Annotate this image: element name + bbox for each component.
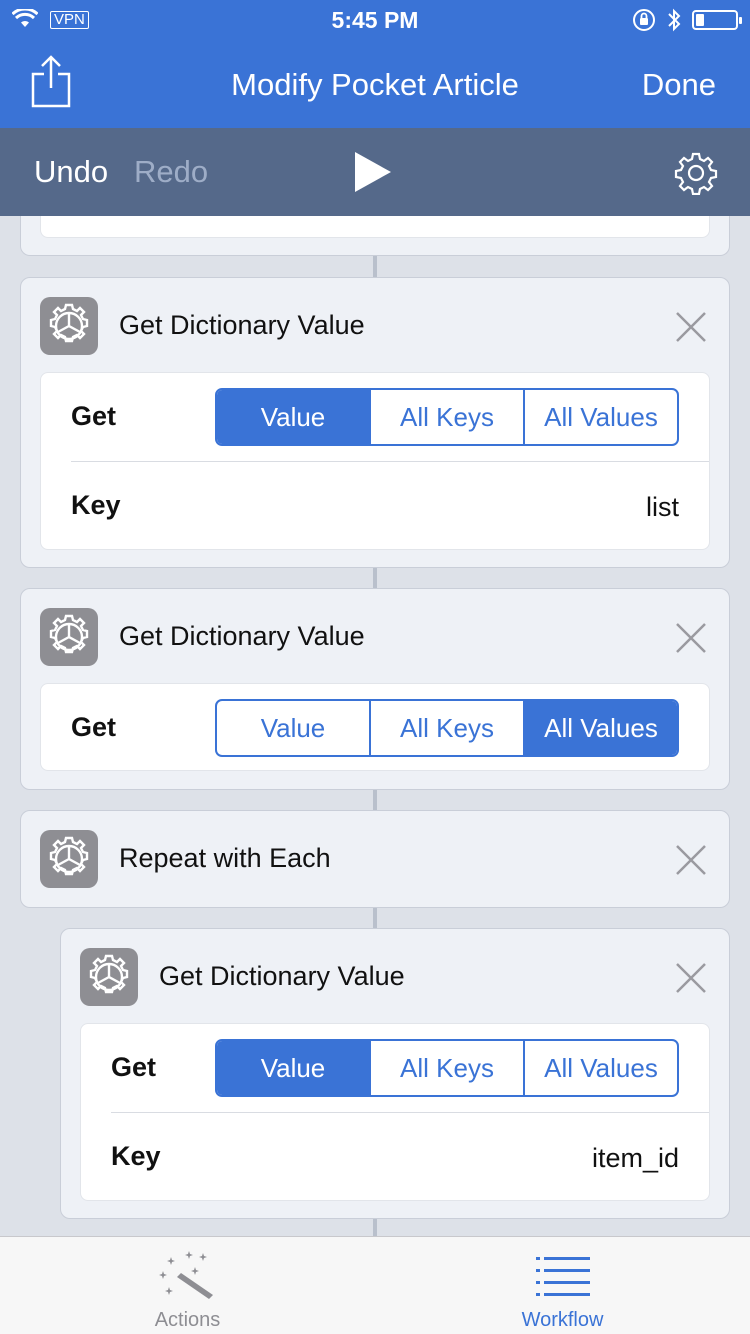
get-label: Get <box>111 1052 157 1082</box>
action-card[interactable]: Get Dictionary Value Get Value All Keys … <box>60 928 730 1219</box>
top-bar: VPN 5:45 PM Modify Pocket Article Done <box>0 0 750 128</box>
key-row[interactable]: Key item_id <box>81 1113 709 1201</box>
action-parameters: Get Value All Keys All Values Key list <box>40 372 710 550</box>
orientation-lock-icon <box>633 9 655 31</box>
tab-label: Workflow <box>521 1309 604 1331</box>
key-label: Key <box>111 1141 161 1171</box>
segment-value[interactable]: Value <box>217 390 371 444</box>
editor-toolbar: Undo Redo <box>0 128 750 216</box>
get-label: Get <box>71 712 117 742</box>
action-title: Repeat with Each <box>119 843 331 873</box>
gear-app-icon <box>40 830 98 888</box>
action-parameters: Get Value All Keys All Values Key item_i… <box>80 1023 710 1201</box>
action-card[interactable]: Get Dictionary Value Get Value All Keys … <box>20 277 730 568</box>
status-bar: VPN 5:45 PM <box>0 0 750 40</box>
get-row: Get Value All Keys All Values <box>41 373 709 461</box>
action-card[interactable]: Get Dictionary Value Get Value All Keys … <box>20 588 730 790</box>
nav-bar: Modify Pocket Article Done <box>0 40 750 128</box>
settings-gear-icon[interactable] <box>674 151 718 195</box>
connector <box>373 790 377 812</box>
gear-app-icon <box>40 608 98 666</box>
repeat-action-card[interactable]: Repeat with Each <box>20 810 730 908</box>
segment-all-keys[interactable]: All Keys <box>371 1041 525 1095</box>
page-title: Modify Pocket Article <box>231 67 519 102</box>
previous-action-body <box>40 216 710 238</box>
segment-all-values[interactable]: All Values <box>525 701 677 755</box>
gear-app-icon <box>80 948 138 1006</box>
battery-icon <box>692 10 742 30</box>
workflow-canvas[interactable]: Get Dictionary Value Get Value All Keys … <box>0 216 750 1236</box>
get-mode-segmented-control[interactable]: Value All Keys All Values <box>215 1039 679 1097</box>
action-parameters: Get Value All Keys All Values <box>40 683 710 771</box>
get-mode-segmented-control[interactable]: Value All Keys All Values <box>215 388 679 446</box>
action-title: Get Dictionary Value <box>159 961 405 991</box>
connector <box>373 1219 377 1236</box>
close-icon[interactable] <box>675 844 707 876</box>
get-label: Get <box>71 401 117 431</box>
key-value-field[interactable]: item_id <box>592 1143 679 1174</box>
done-button[interactable]: Done <box>642 67 716 103</box>
connector <box>373 568 377 590</box>
close-icon[interactable] <box>675 311 707 343</box>
get-row: Get Value All Keys All Values <box>41 684 709 772</box>
segment-all-keys[interactable]: All Keys <box>371 701 525 755</box>
gear-app-icon <box>40 297 98 355</box>
key-label: Key <box>71 490 121 520</box>
tab-bar: Actions Workflow <box>0 1236 750 1334</box>
bluetooth-icon <box>668 8 681 32</box>
action-title: Get Dictionary Value <box>119 310 365 340</box>
redo-button[interactable]: Redo <box>134 154 208 190</box>
connector <box>373 908 377 930</box>
close-icon[interactable] <box>675 622 707 654</box>
segment-value[interactable]: Value <box>217 1041 371 1095</box>
segment-all-values[interactable]: All Values <box>525 390 677 444</box>
get-row: Get Value All Keys All Values <box>81 1024 709 1112</box>
action-title: Get Dictionary Value <box>119 621 365 651</box>
segment-value[interactable]: Value <box>217 701 371 755</box>
segment-all-keys[interactable]: All Keys <box>371 390 525 444</box>
key-row[interactable]: Key list <box>41 462 709 550</box>
tab-label: Actions <box>154 1309 221 1331</box>
connector <box>373 256 377 278</box>
magic-wand-icon <box>158 1251 213 1299</box>
tab-workflow[interactable]: Workflow <box>375 1237 750 1334</box>
get-mode-segmented-control[interactable]: Value All Keys All Values <box>215 699 679 757</box>
segment-all-values[interactable]: All Values <box>525 1041 677 1095</box>
play-icon[interactable] <box>353 150 393 194</box>
close-icon[interactable] <box>675 962 707 994</box>
list-icon <box>535 1257 590 1296</box>
undo-button[interactable]: Undo <box>34 154 108 190</box>
tab-actions[interactable]: Actions <box>0 1237 375 1334</box>
key-value-field[interactable]: list <box>646 492 679 523</box>
